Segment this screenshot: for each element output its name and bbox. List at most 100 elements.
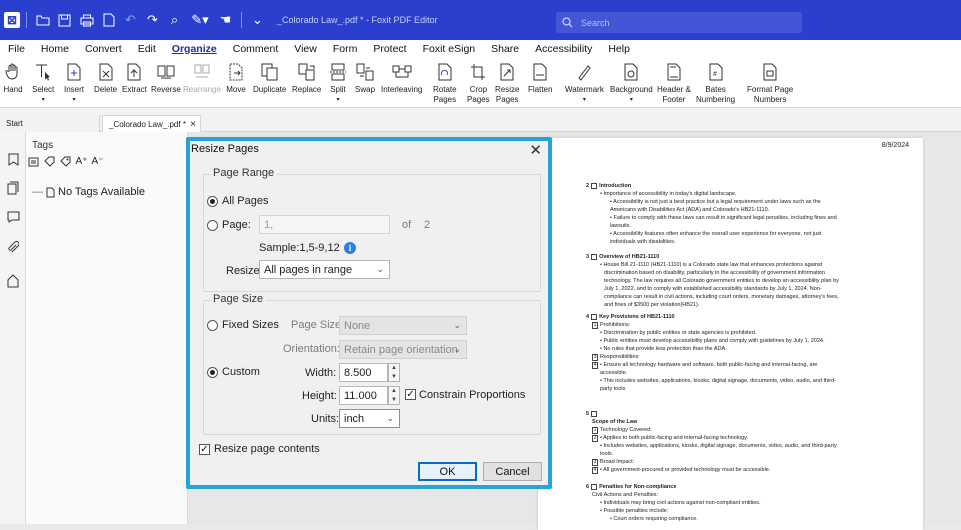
height-input[interactable]	[339, 386, 388, 405]
menu-form[interactable]: Form	[325, 43, 366, 55]
menu-share[interactable]: Share	[483, 43, 527, 55]
tag-options-icon[interactable]	[28, 156, 39, 167]
bookmark-icon[interactable]	[6, 152, 20, 166]
units-select[interactable]: inch ⌄	[339, 409, 400, 428]
hand-tool-icon[interactable]: ☚	[216, 11, 235, 30]
crop-pages-button[interactable]: Crop Pages	[467, 57, 490, 105]
foxit-logo-icon[interactable]: ⊠	[4, 12, 20, 28]
format-page-numbers-button[interactable]: Format Page Numbers	[747, 57, 793, 105]
background-button[interactable]: Background ▾	[610, 57, 653, 105]
undo-icon[interactable]: ↶	[121, 11, 140, 30]
text-line: Americans with Disabilities Act (ADA) an…	[610, 207, 770, 213]
header-footer-icon	[664, 61, 684, 83]
move-button[interactable]: Move	[226, 57, 246, 95]
page-range-input[interactable]	[259, 215, 390, 234]
custom-radio[interactable]	[207, 367, 218, 378]
resize-contents-checkbox[interactable]: ✓	[199, 444, 210, 455]
list-number: 3	[592, 459, 598, 466]
cancel-button[interactable]: Cancel	[483, 462, 542, 481]
ribbon-toolbar: Hand Select ▾ Insert ▾ Delete Extract Reve…	[0, 57, 961, 108]
section-number: 6	[586, 484, 590, 490]
menu-comment[interactable]: Comment	[225, 43, 287, 55]
swap-button[interactable]: Swap	[355, 57, 375, 95]
bates-numbering-button[interactable]: # Bates Numbering	[696, 57, 735, 105]
hand-button[interactable]: Hand	[3, 57, 23, 95]
tab-document[interactable]: _Colorado Law_.pdf * ×	[102, 115, 201, 132]
info-icon[interactable]: i	[344, 242, 356, 254]
rotate-pages-button[interactable]: Rotate Pages	[433, 57, 457, 105]
redo-icon[interactable]: ↷	[143, 11, 162, 30]
height-stepper[interactable]: ▲ ▼	[388, 386, 400, 405]
tags-icon[interactable]	[6, 274, 20, 288]
menu-edit[interactable]: Edit	[130, 43, 164, 55]
open-folder-icon[interactable]	[33, 11, 52, 30]
replace-button[interactable]: Replace	[292, 57, 321, 95]
menu-file[interactable]: File	[0, 43, 33, 55]
page-size-select[interactable]: None ⌄	[339, 316, 467, 335]
split-button[interactable]: Split ▾	[328, 57, 348, 105]
menu-home[interactable]: Home	[33, 43, 77, 55]
tab-document-label: _Colorado Law_.pdf *	[109, 119, 186, 129]
decrease-font-icon[interactable]: A⁻	[92, 156, 104, 167]
menu-foxit-esign[interactable]: Foxit eSign	[415, 43, 484, 55]
duplicate-button[interactable]: Duplicate	[253, 57, 286, 95]
resize-pages-button[interactable]: Resize Pages	[495, 57, 519, 105]
down-arrow-icon[interactable]: ▼	[389, 396, 399, 405]
menu-protect[interactable]: Protect	[365, 43, 414, 55]
save-icon[interactable]	[55, 11, 74, 30]
resize-contents-label: Resize page contents	[214, 443, 320, 455]
resize-range-select[interactable]: All pages in range ⌄	[259, 260, 390, 279]
chevron-down-icon: ⌄	[453, 320, 461, 330]
print-icon[interactable]	[77, 11, 96, 30]
menu-organize[interactable]: Organize	[164, 43, 225, 55]
page-size-value: None	[344, 320, 371, 332]
tab-start[interactable]: Start	[0, 115, 100, 132]
page-radio[interactable]	[207, 220, 218, 231]
attachment-icon[interactable]	[6, 240, 20, 254]
menu-convert[interactable]: Convert	[77, 43, 130, 55]
comments-icon[interactable]	[6, 210, 20, 224]
bates-icon: #	[706, 61, 726, 83]
rearrange-button[interactable]: Rearrange	[183, 57, 221, 95]
insert-button[interactable]: Insert ▾	[64, 57, 84, 105]
units-value: inch	[344, 413, 365, 425]
up-arrow-icon[interactable]: ▲	[389, 364, 399, 373]
add-tag-icon[interactable]	[44, 156, 55, 167]
menu-accessibility[interactable]: Accessibility	[527, 43, 600, 55]
close-icon[interactable]: ✕	[529, 141, 542, 159]
flatten-button[interactable]: Flatten	[528, 57, 552, 95]
increase-font-icon[interactable]: A⁺	[76, 156, 88, 167]
select-button[interactable]: Select ▾	[32, 57, 54, 105]
delete-button[interactable]: Delete	[94, 57, 117, 95]
extract-button[interactable]: Extract	[122, 57, 147, 95]
section-number: 4	[586, 314, 590, 320]
all-pages-radio[interactable]	[207, 196, 218, 207]
close-tab-icon[interactable]: ×	[190, 119, 196, 130]
reverse-button[interactable]: Reverse	[151, 57, 181, 95]
stamp-tool-icon[interactable]: ✎▾	[187, 11, 213, 30]
text-line: Technology Covered:	[600, 427, 652, 433]
constrain-proportions-checkbox[interactable]: ✓	[405, 389, 416, 400]
move-label: Move	[226, 85, 246, 94]
interleaving-button[interactable]: Interleaving	[381, 57, 422, 95]
header-footer-button[interactable]: Header & Footer	[657, 57, 691, 105]
pages-thumbnail-icon[interactable]	[6, 181, 20, 195]
tag-edit-icon[interactable]	[60, 156, 71, 167]
customize-chevron-icon[interactable]: ⌄	[248, 11, 267, 30]
width-stepper[interactable]: ▲ ▼	[388, 363, 400, 382]
list-number: 2	[592, 435, 598, 442]
search-tool-icon[interactable]: ⌕	[165, 11, 184, 30]
ok-button[interactable]: OK	[418, 462, 477, 481]
search-box[interactable]	[556, 12, 802, 33]
document-tab-bar: Start _Colorado Law_.pdf * ×	[0, 108, 961, 132]
menu-help[interactable]: Help	[600, 43, 638, 55]
down-arrow-icon[interactable]: ▼	[389, 373, 399, 382]
fixed-sizes-radio[interactable]	[207, 320, 218, 331]
new-document-icon[interactable]	[99, 11, 118, 30]
search-input[interactable]	[581, 17, 781, 28]
orientation-select[interactable]: Retain page orientation ⌄	[339, 340, 467, 359]
watermark-button[interactable]: Watermark ▾	[565, 57, 604, 105]
up-arrow-icon[interactable]: ▲	[389, 387, 399, 396]
menu-view[interactable]: View	[286, 43, 325, 55]
width-input[interactable]	[339, 363, 388, 382]
